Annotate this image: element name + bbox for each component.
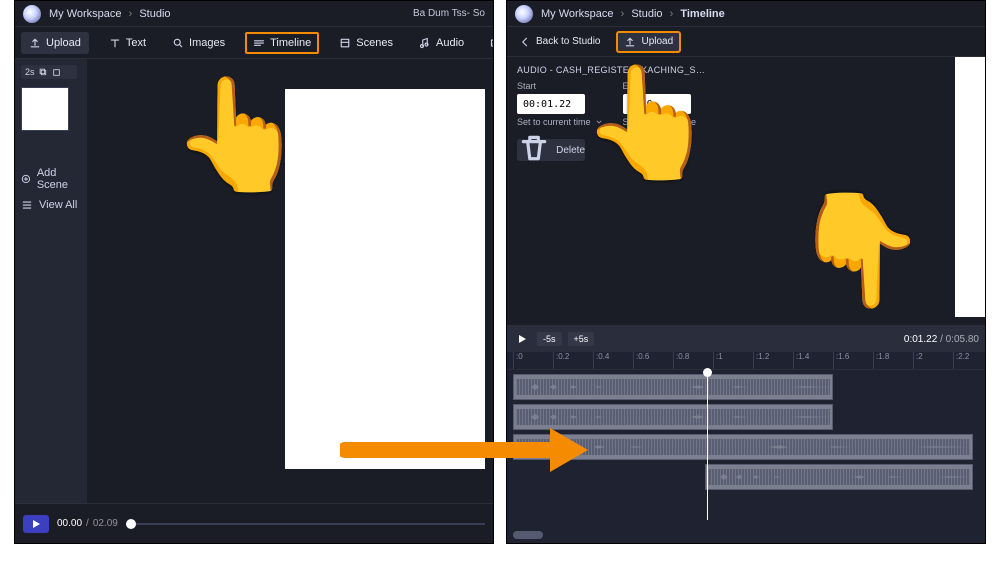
scenes-icon (339, 37, 351, 49)
end-label: End (623, 81, 697, 91)
playback-footer: 00.00 / 02.09 (15, 503, 493, 543)
clip-title: AUDIO - CASH_REGISTER_KACHING_SOUND… (517, 65, 707, 75)
timeline-button[interactable]: Timeline (245, 32, 319, 54)
upload-button[interactable]: Upload (616, 31, 681, 53)
audio-clip[interactable] (705, 464, 973, 490)
upload-icon (29, 37, 41, 49)
timeline-topbar: Back to Studio Upload (507, 27, 985, 57)
ruler-tick: :1.6 (833, 352, 849, 369)
ruler-tick: :0.2 (553, 352, 569, 369)
ruler-tick: :0.4 (593, 352, 609, 369)
playback-time: 00.00 / 02.09 (57, 518, 118, 529)
breadcrumb[interactable]: My Workspace › Studio (49, 8, 171, 20)
seek-track[interactable] (126, 523, 485, 525)
plus-circle-icon (21, 173, 31, 185)
timeline-toolbar: -5s +5s 0:01.22 / 0:05.80 (507, 326, 985, 352)
chevron-left-icon (519, 36, 531, 48)
breadcrumb[interactable]: My Workspace › Studio › Timeline (541, 8, 725, 20)
ruler-tick: :2 (913, 352, 923, 369)
playhead-grip[interactable] (703, 368, 712, 377)
add-scene-button[interactable]: Add Scene (21, 167, 81, 191)
trash-icon (517, 131, 551, 168)
set-end-current-button[interactable]: Set to current time (623, 117, 697, 127)
seek-knob[interactable] (126, 519, 136, 529)
text-button[interactable]: Text (103, 33, 152, 53)
app-logo-icon (515, 5, 533, 23)
app-logo-icon (23, 5, 41, 23)
ruler-tick: :0.6 (633, 352, 649, 369)
copy-icon[interactable] (39, 68, 48, 77)
ruler-tick: :1 (713, 352, 723, 369)
ruler-tick: :1.2 (753, 352, 769, 369)
timeline-time-readout: 0:01.22 / 0:05.80 (904, 334, 979, 345)
scene-thumbnail[interactable] (21, 87, 69, 131)
ruler-tick: :2.2 (953, 352, 969, 369)
end-time-input[interactable] (623, 94, 691, 114)
back-to-studio-button[interactable]: Back to Studio (513, 32, 606, 52)
ruler-tick: :1.8 (873, 352, 889, 369)
jump-forward-button[interactable]: +5s (568, 332, 595, 346)
scenes-button[interactable]: Scenes (333, 33, 399, 53)
images-button[interactable]: Images (166, 33, 231, 53)
subtitles-button[interactable]: Subtitles (484, 33, 494, 53)
audio-clip[interactable] (513, 374, 833, 400)
breadcrumb-sep: › (129, 8, 133, 20)
project-title[interactable]: Ba Dum Tss- So (413, 8, 485, 19)
titlebar: My Workspace › Studio › Timeline (507, 1, 985, 27)
view-all-button[interactable]: View All (21, 199, 81, 211)
set-start-current-button[interactable]: Set to current time (517, 117, 603, 127)
upload-button[interactable]: Upload (21, 32, 89, 54)
clip-properties-panel: AUDIO - CASH_REGISTER_KACHING_SOUND… Sta… (507, 57, 717, 327)
playhead[interactable] (707, 370, 708, 520)
audio-icon (419, 37, 431, 49)
play-button[interactable] (23, 515, 49, 533)
play-icon (519, 335, 526, 343)
ruler-tick: :0 (513, 352, 523, 369)
preview-page (955, 57, 985, 317)
jump-back-button[interactable]: -5s (537, 332, 562, 346)
timeline-ruler[interactable]: :0 :0.2 :0.4 :0.6 :0.8 :1 :1.2 :1.4 :1.6 :1.8 :2 :2… (507, 352, 985, 370)
studio-toolbar: Upload Text Images Timeline Scenes Audio (15, 27, 493, 59)
upload-label: Upload (46, 37, 81, 49)
ruler-tick: :1.4 (793, 352, 809, 369)
play-icon (33, 520, 40, 528)
timeline-play-button[interactable] (513, 331, 531, 347)
arrow-annotation-icon (340, 420, 590, 480)
timeline-preview[interactable] (717, 57, 985, 327)
search-icon (172, 37, 184, 49)
scenes-sidebar: 2s Add Scene View All (15, 59, 87, 543)
start-label: Start (517, 81, 603, 91)
titlebar: My Workspace › Studio Ba Dum Tss- So (15, 1, 493, 27)
breadcrumb-studio[interactable]: Studio (139, 8, 170, 20)
list-icon (21, 199, 33, 211)
subtitles-icon (490, 37, 494, 49)
audio-button[interactable]: Audio (413, 33, 470, 53)
chevron-down-icon (595, 118, 603, 126)
breadcrumb-workspace[interactable]: My Workspace (49, 8, 122, 20)
start-time-input[interactable] (517, 94, 585, 114)
delete-clip-button[interactable]: Delete (517, 139, 585, 161)
scene-duration-chip[interactable]: 2s (21, 65, 77, 79)
timeline-icon (253, 37, 265, 49)
timeline-scrollbar-thumb[interactable] (513, 531, 543, 539)
text-icon (109, 37, 121, 49)
canvas-page[interactable] (285, 89, 485, 469)
ruler-tick: :0.8 (673, 352, 689, 369)
upload-icon (624, 36, 636, 48)
duplicate-icon[interactable] (52, 68, 61, 77)
